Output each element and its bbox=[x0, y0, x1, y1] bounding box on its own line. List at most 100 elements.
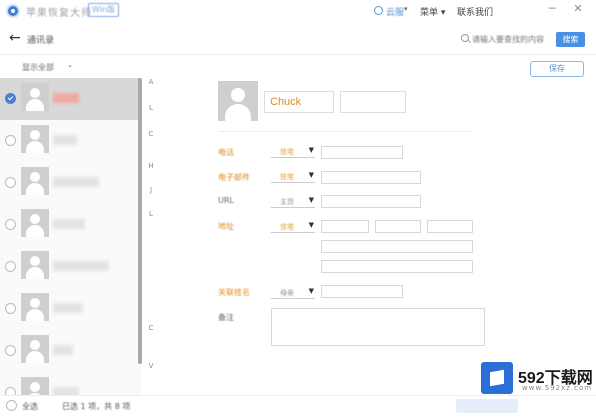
title-bar: 苹果恢复大师 Win版 云服 ▾ 菜单 ▾ 联系我们 ─ ✕ bbox=[0, 0, 596, 22]
address-label: 地址 bbox=[218, 222, 234, 231]
caret-down-icon: ▼ bbox=[308, 196, 314, 204]
checkbox[interactable] bbox=[5, 303, 16, 314]
contact-row[interactable] bbox=[0, 288, 141, 330]
caret-down-icon: ▼ bbox=[308, 171, 314, 179]
url-type-select[interactable]: 主页 ▼ bbox=[271, 195, 315, 208]
contact-avatar[interactable] bbox=[218, 81, 258, 121]
avatar bbox=[21, 377, 49, 395]
alpha-index-letter[interactable]: L bbox=[146, 210, 156, 218]
back-arrow-icon[interactable]: ← bbox=[9, 30, 21, 46]
notes-textarea[interactable] bbox=[271, 308, 485, 346]
checkbox[interactable] bbox=[5, 93, 16, 104]
address-province-input[interactable] bbox=[375, 220, 421, 233]
alpha-index-letter[interactable]: V bbox=[146, 362, 156, 370]
avatar bbox=[21, 83, 49, 111]
avatar bbox=[21, 335, 49, 363]
contact-name-redacted bbox=[53, 93, 79, 103]
contact-row[interactable] bbox=[0, 246, 141, 288]
watermark-logo-icon bbox=[481, 362, 513, 394]
checkbox[interactable] bbox=[5, 219, 16, 230]
contact-name-redacted bbox=[53, 387, 79, 395]
email-input[interactable] bbox=[321, 171, 421, 184]
search-button[interactable]: 搜索 bbox=[556, 32, 585, 47]
last-name-field[interactable] bbox=[340, 91, 406, 113]
page-title: 通讯录 bbox=[27, 36, 55, 46]
selection-count: 已选 1 项，共 8 项 bbox=[62, 402, 131, 411]
phone-type-select[interactable]: 住宅 ▼ bbox=[271, 145, 315, 158]
avatar bbox=[21, 293, 49, 321]
phone-input[interactable] bbox=[321, 146, 403, 159]
email-label: 电子邮件 bbox=[218, 173, 250, 182]
address-city-input[interactable] bbox=[427, 220, 473, 233]
contact-row[interactable] bbox=[0, 78, 141, 120]
related-type-select[interactable]: 母亲 ▼ bbox=[271, 286, 315, 299]
alpha-index-letter[interactable]: A bbox=[146, 78, 156, 86]
search-input[interactable] bbox=[472, 33, 554, 45]
list-scrollbar[interactable] bbox=[138, 78, 142, 364]
address-country-input[interactable] bbox=[321, 220, 369, 233]
app-title: 苹果恢复大师 bbox=[26, 8, 92, 19]
minimize-button[interactable]: ─ bbox=[545, 2, 559, 15]
checkbox[interactable] bbox=[5, 261, 16, 272]
alpha-index-letter[interactable]: C bbox=[146, 130, 156, 138]
contact-name-redacted bbox=[53, 345, 73, 355]
related-name-label: 关联姓名 bbox=[218, 288, 250, 297]
address-type-select[interactable]: 住宅 ▼ bbox=[271, 220, 315, 233]
header-divider bbox=[0, 54, 596, 55]
email-type-select[interactable]: 住宅 ▼ bbox=[271, 170, 315, 183]
select-all-checkbox[interactable] bbox=[6, 400, 17, 411]
app-logo-icon bbox=[6, 4, 20, 18]
contact-row[interactable] bbox=[0, 330, 141, 372]
contact-name-redacted bbox=[53, 219, 85, 229]
contact-row[interactable] bbox=[0, 120, 141, 162]
phone-label: 电话 bbox=[218, 148, 234, 157]
contact-name-redacted bbox=[53, 261, 109, 271]
avatar bbox=[21, 125, 49, 153]
url-input[interactable] bbox=[321, 195, 421, 208]
first-name-field[interactable]: Chuck bbox=[264, 91, 334, 113]
notes-label: 备注 bbox=[218, 313, 234, 322]
checkbox[interactable] bbox=[5, 345, 16, 356]
filter-dropdown[interactable]: 显示全部 bbox=[22, 62, 54, 73]
select-all-label[interactable]: 全选 bbox=[22, 401, 38, 412]
contact-name-redacted bbox=[53, 303, 83, 313]
alpha-index-letter[interactable]: C bbox=[146, 324, 156, 332]
contact-name-redacted bbox=[53, 135, 77, 145]
watermark-url: www.592xz.com bbox=[522, 384, 593, 392]
avatar bbox=[21, 209, 49, 237]
caret-down-icon: ▼ bbox=[308, 146, 314, 154]
close-button[interactable]: ✕ bbox=[571, 2, 585, 15]
contact-row[interactable] bbox=[0, 162, 141, 204]
checkbox[interactable] bbox=[5, 387, 16, 395]
avatar bbox=[21, 251, 49, 279]
menu-button[interactable]: 菜单 ▾ bbox=[420, 5, 445, 18]
user-menu[interactable]: 云服 bbox=[386, 5, 404, 18]
related-name-input[interactable] bbox=[321, 285, 403, 298]
caret-down-icon: ▼ bbox=[308, 221, 314, 229]
url-label: URL bbox=[218, 196, 234, 205]
checkbox[interactable] bbox=[5, 177, 16, 188]
address-postcode-input[interactable] bbox=[321, 260, 473, 273]
search-icon bbox=[461, 34, 469, 42]
avatar bbox=[21, 167, 49, 195]
alpha-index-letter[interactable]: H bbox=[146, 162, 156, 170]
save-button[interactable]: 保存 bbox=[530, 61, 584, 77]
user-caret-icon[interactable]: ▾ bbox=[404, 5, 408, 13]
caret-down-icon: ▼ bbox=[308, 287, 314, 295]
alpha-index-letter[interactable]: J bbox=[146, 186, 156, 194]
export-button[interactable] bbox=[456, 399, 518, 413]
contact-name-redacted bbox=[53, 177, 99, 187]
footer-divider bbox=[0, 395, 596, 396]
contact-row[interactable] bbox=[0, 204, 141, 246]
checkbox[interactable] bbox=[5, 135, 16, 146]
chevron-down-icon[interactable]: ⌄ bbox=[67, 61, 73, 69]
contacts-list bbox=[0, 78, 141, 395]
user-icon[interactable] bbox=[374, 6, 383, 15]
contact-row[interactable] bbox=[0, 372, 141, 395]
version-badge: Win版 bbox=[88, 3, 120, 17]
first-name-value: Chuck bbox=[270, 96, 302, 108]
detail-divider bbox=[218, 131, 472, 132]
alpha-index-letter[interactable]: L bbox=[146, 104, 156, 112]
address-street-input[interactable] bbox=[321, 240, 473, 253]
contact-us-link[interactable]: 联系我们 bbox=[457, 5, 493, 18]
